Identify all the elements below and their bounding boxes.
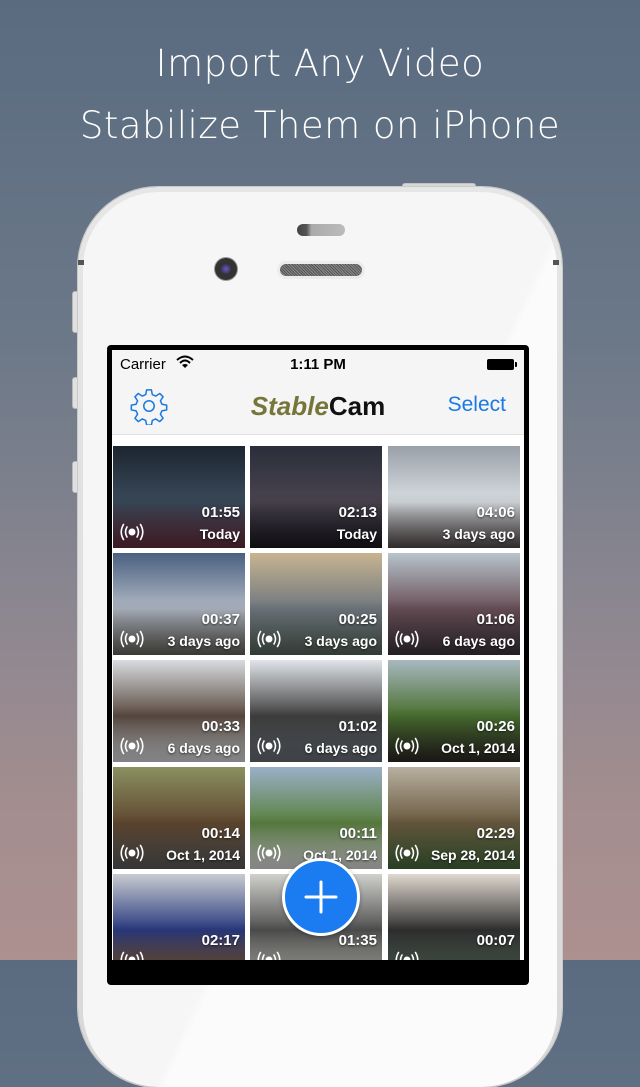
video-duration: 02:29 <box>476 825 515 842</box>
video-duration: 00:25 <box>338 611 377 628</box>
video-thumbnail[interactable]: 02:17 <box>113 874 245 960</box>
video-date: 3 days ago <box>304 633 377 649</box>
video-date: 6 days ago <box>304 740 377 756</box>
antenna-band-left <box>78 260 84 265</box>
stabilized-icon <box>257 737 281 755</box>
stabilized-icon <box>120 844 144 862</box>
video-duration: 02:17 <box>201 932 240 949</box>
video-duration: 00:33 <box>201 718 240 735</box>
stabilized-icon <box>120 630 144 648</box>
status-time: 1:11 PM <box>290 356 346 373</box>
battery-icon <box>487 359 517 370</box>
video-duration: 01:02 <box>338 718 377 735</box>
add-video-button[interactable] <box>282 858 360 936</box>
stabilized-icon <box>120 951 144 960</box>
video-thumbnail[interactable]: 01:06 6 days ago <box>388 553 520 655</box>
video-duration: 00:37 <box>201 611 240 628</box>
video-date: 3 days ago <box>442 526 515 542</box>
status-bar: Carrier 1:11 PM <box>112 350 524 378</box>
stabilized-icon <box>257 844 281 862</box>
stabilized-icon <box>257 951 281 960</box>
stabilized-icon <box>395 737 419 755</box>
video-thumbnail[interactable]: 00:33 6 days ago <box>113 660 245 762</box>
app-title-cam: Cam <box>328 391 386 421</box>
promo-headline-1: Import Any Video <box>155 42 485 85</box>
video-thumbnail[interactable]: 02:13 Today <box>250 446 382 548</box>
video-date: Sep 28, 2014 <box>430 847 515 863</box>
stabilized-icon <box>395 951 419 960</box>
video-thumbnail[interactable]: 01:02 6 days ago <box>250 660 382 762</box>
video-duration: 02:13 <box>338 504 377 521</box>
stabilized-icon <box>257 630 281 648</box>
select-button[interactable]: Select <box>448 393 506 417</box>
video-date: Today <box>199 526 240 542</box>
stabilized-icon <box>395 844 419 862</box>
video-thumbnail[interactable]: 04:06 3 days ago <box>388 446 520 548</box>
promo-headline-2: Stabilize Them on iPhone <box>79 104 561 147</box>
video-thumbnail[interactable]: 01:55 Today <box>113 446 245 548</box>
video-date: 6 days ago <box>442 633 515 649</box>
video-thumbnail[interactable]: 00:25 3 days ago <box>250 553 382 655</box>
video-duration: 01:55 <box>201 504 240 521</box>
video-date: 3 days ago <box>167 633 240 649</box>
video-duration: 01:35 <box>338 932 377 949</box>
video-thumbnail[interactable]: 02:29 Sep 28, 2014 <box>388 767 520 869</box>
video-date: Oct 1, 2014 <box>441 740 515 756</box>
plus-icon <box>304 880 338 914</box>
antenna-band-right <box>553 260 559 265</box>
video-date: Today <box>336 526 377 542</box>
stabilized-icon <box>395 630 419 648</box>
video-duration: 00:14 <box>201 825 240 842</box>
video-thumbnail[interactable]: 00:07 <box>388 874 520 960</box>
stabilized-icon <box>120 737 144 755</box>
video-thumbnail[interactable]: 00:37 3 days ago <box>113 553 245 655</box>
video-thumbnail[interactable]: 00:26 Oct 1, 2014 <box>388 660 520 762</box>
video-thumbnail[interactable]: 00:11 Oct 1, 2014 <box>250 767 382 869</box>
video-date: Oct 1, 2014 <box>166 847 240 863</box>
video-duration: 00:07 <box>476 932 515 949</box>
proximity-sensor <box>297 224 345 236</box>
navigation-bar: StableCam Select <box>112 378 524 435</box>
front-camera-icon <box>215 258 237 280</box>
video-duration: 04:06 <box>476 504 515 521</box>
video-duration: 00:26 <box>476 718 515 735</box>
video-duration: 00:11 <box>339 825 377 842</box>
stabilized-icon <box>120 523 144 541</box>
video-thumbnail[interactable]: 00:14 Oct 1, 2014 <box>113 767 245 869</box>
video-date: 6 days ago <box>167 740 240 756</box>
app-title-stable: Stable <box>250 391 329 421</box>
video-duration: 01:06 <box>476 611 515 628</box>
earpiece-speaker <box>280 264 362 276</box>
